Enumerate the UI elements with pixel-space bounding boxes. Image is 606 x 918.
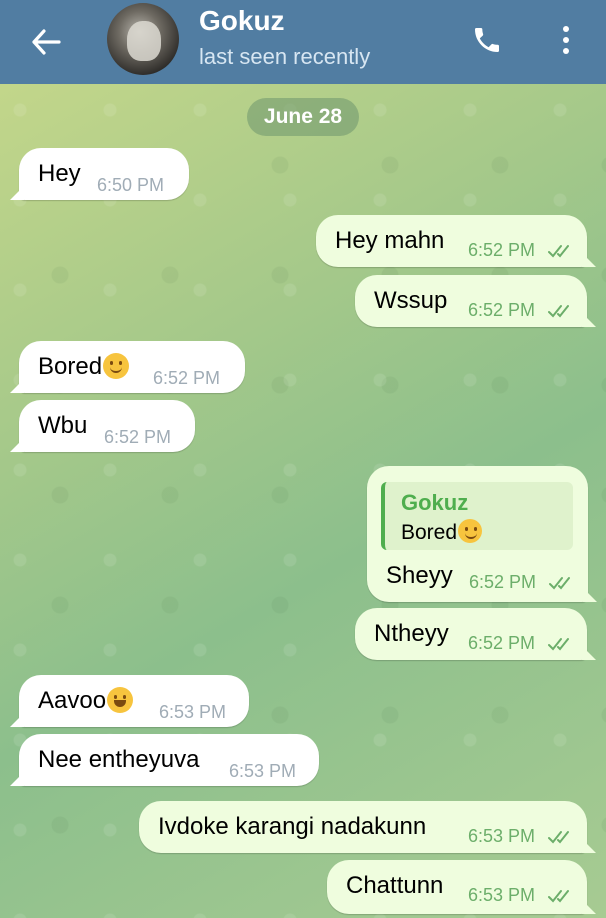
call-button[interactable] <box>467 20 507 60</box>
contact-name[interactable]: Gokuz <box>199 5 285 37</box>
slightly-smiling-face-icon <box>458 519 483 544</box>
double-check-icon <box>548 245 569 258</box>
back-button[interactable] <box>26 24 66 60</box>
message-bubble-outgoing[interactable]: Ivdoke karangi nadakunn 6:53 PM <box>139 801 587 853</box>
message-time: 6:50 PM <box>97 175 165 195</box>
message-time: 6:52 PM <box>468 300 536 320</box>
phone-icon <box>475 28 499 52</box>
message-bubble-incoming[interactable]: Aavoo 6:53 PM <box>19 675 249 727</box>
slightly-smiling-face-icon <box>103 352 130 379</box>
message-time: 6:53 PM <box>159 702 227 722</box>
message-time: 6:53 PM <box>468 826 536 846</box>
double-check-icon <box>548 831 569 844</box>
message-text: Ivdoke karangi nadakunn <box>158 813 427 840</box>
date-separator: June 28 <box>247 98 359 136</box>
more-menu-button[interactable] <box>552 22 580 58</box>
message-text: Aavoo <box>38 686 134 715</box>
message-time: 6:52 PM <box>153 368 221 388</box>
double-check-icon <box>548 305 569 318</box>
message-bubble-incoming[interactable]: Hey 6:50 PM <box>19 148 189 200</box>
message-text: Hey mahn <box>335 227 445 254</box>
reply-text: Bored <box>401 519 483 545</box>
message-bubble-outgoing-reply[interactable]: Gokuz Bored Sheyy 6:52 PM <box>367 466 588 602</box>
message-text: Wssup <box>374 287 448 314</box>
message-bubble-outgoing[interactable]: Ntheyy 6:52 PM <box>355 608 587 660</box>
message-text: Wbu <box>38 412 88 439</box>
reply-author: Gokuz <box>401 490 469 515</box>
message-time: 6:53 PM <box>229 761 297 781</box>
message-text: Nee entheyuva <box>38 746 200 773</box>
message-time: 6:53 PM <box>468 885 536 905</box>
message-bubble-incoming[interactable]: Bored 6:52 PM <box>19 341 245 393</box>
double-check-icon <box>548 638 569 651</box>
face-with-tears-of-joy-icon <box>107 686 134 713</box>
message-bubble-outgoing[interactable]: Chattunn 6:53 PM <box>327 860 587 914</box>
message-bubble-outgoing[interactable]: Wssup 6:52 PM <box>355 275 587 327</box>
message-bubble-incoming[interactable]: Nee entheyuva 6:53 PM <box>19 734 319 786</box>
avatar[interactable] <box>107 3 179 75</box>
message-time: 6:52 PM <box>104 427 172 447</box>
double-check-icon <box>548 890 569 903</box>
arrow-left-icon <box>32 29 61 55</box>
chat-header: Gokuz last seen recently <box>0 0 606 84</box>
message-time: 6:52 PM <box>469 572 537 592</box>
double-check-icon <box>549 577 570 590</box>
message-text: Hey <box>38 160 81 187</box>
message-bubble-incoming[interactable]: Wbu 6:52 PM <box>19 400 195 452</box>
message-time: 6:52 PM <box>468 633 536 653</box>
last-seen-status: last seen recently <box>199 44 371 69</box>
message-text: Sheyy <box>386 562 453 589</box>
message-text: Chattunn <box>346 872 444 899</box>
message-text: Ntheyy <box>374 620 449 647</box>
message-bubble-outgoing[interactable]: Hey mahn 6:52 PM <box>316 215 587 267</box>
message-time: 6:52 PM <box>468 240 536 260</box>
message-text: Bored <box>38 352 130 381</box>
